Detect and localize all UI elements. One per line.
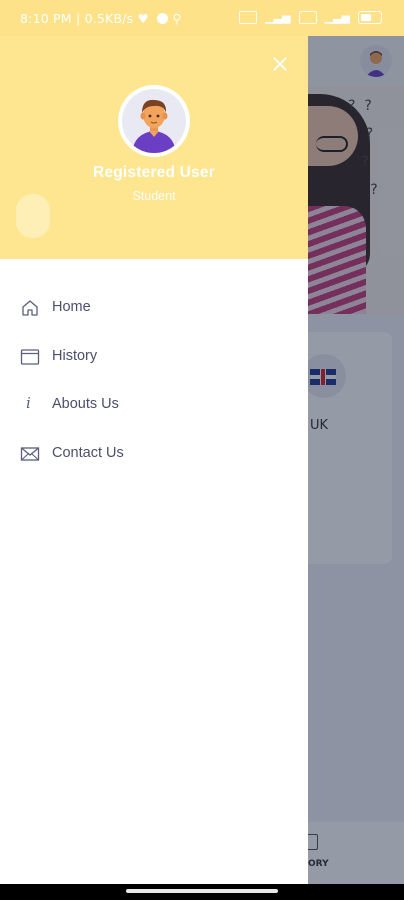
status-bar: 8:10 PM | 0.5KB/s ♥ ⚲ ▁▃▅ ▁▃▅ <box>0 0 404 36</box>
user-avatar[interactable] <box>118 85 190 157</box>
user-name: Registered User <box>93 164 215 181</box>
status-speed: 0.5KB/s <box>84 11 134 26</box>
menu-label-history: History <box>52 347 98 364</box>
notification-dot-icon <box>157 13 169 24</box>
close-drawer-button[interactable] <box>268 52 292 76</box>
home-gesture-bar[interactable] <box>126 889 278 893</box>
drawer-header: Registered User Student <box>0 36 308 259</box>
home-icon <box>20 298 40 318</box>
menu-item-home[interactable]: Home <box>0 284 308 333</box>
history-icon <box>20 347 40 367</box>
menu-item-about[interactable]: i Abouts Us <box>0 381 308 430</box>
navigation-drawer: Registered User Student Home History i A… <box>0 36 308 884</box>
menu-label-about: Abouts Us <box>52 396 119 412</box>
battery-icon <box>358 11 382 24</box>
status-time: 8:10 PM <box>20 11 72 26</box>
mail-icon <box>20 444 40 464</box>
drawer-scrim[interactable] <box>308 0 404 884</box>
app-screen: ? ? ? ? ? UK ORY 8:10 PM | 0.5KB/s ♥ ⚲ ▁… <box>0 0 404 884</box>
menu-label-contact: Contact Us <box>52 444 124 461</box>
info-icon: i <box>26 394 31 412</box>
menu-item-history[interactable]: History <box>0 333 308 382</box>
signal-icon: ▁▃▅ <box>265 11 291 24</box>
heart-icon: ♥ <box>137 11 149 26</box>
signal-icon-2: ▁▃▅ <box>324 11 350 24</box>
user-role: Student <box>132 189 176 203</box>
vibrate-icon <box>239 11 258 24</box>
system-nav-bar <box>0 884 404 900</box>
avatar-icon <box>122 89 186 153</box>
menu-label-home: Home <box>52 299 91 315</box>
wifi-icon <box>298 11 317 24</box>
drawer-menu: Home History i Abouts Us Contact Us <box>0 284 308 478</box>
key-icon: ⚲ <box>172 11 182 26</box>
menu-item-contact[interactable]: Contact Us <box>0 430 308 479</box>
